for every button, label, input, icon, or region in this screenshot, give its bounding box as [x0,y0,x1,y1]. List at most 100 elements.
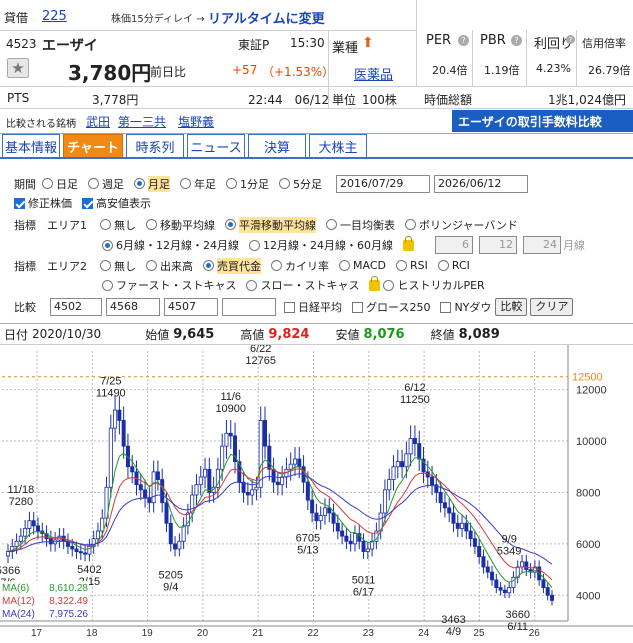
indicator2-radio-4[interactable]: MACD [339,259,386,272]
compare-button[interactable]: 比較 [495,298,528,316]
sector-label: 業種 [332,41,359,56]
tab-news[interactable]: ニュース [187,134,245,158]
fast-stochastics-radio[interactable]: ファースト・ストキャス [102,277,236,293]
mcap-value: 1兆1,024億円 [548,93,626,107]
ma-12-24-60-radio[interactable]: 12月線・24月線・60月線 [249,237,393,253]
lock-icon [403,235,414,251]
candle-body [335,522,340,532]
date-from-input[interactable]: 2016/07/29 [336,175,430,193]
compare-link-shionogi[interactable]: 塩野義 [178,113,214,130]
candle-body [541,579,546,588]
ohlc-open-label: 始値 [145,327,170,342]
price-chart[interactable]: 4000 6000 8000 10000 12000 17 18 19 20 21 22 23 24 25… [0,343,633,640]
candle-body [292,458,297,465]
annotation-label: 6/17 [353,586,374,598]
indicator1-radio-3[interactable]: 一目均衡表 [326,217,395,233]
annotation-label: 3463 [441,614,465,626]
annotation-label: 4/9 [446,626,461,638]
candle-body [194,484,199,496]
candle-body [348,540,353,545]
tab-earnings[interactable]: 決算 [248,134,306,158]
candle-body [108,427,113,488]
date-to-input[interactable]: 2026/06/12 [434,175,528,193]
compare-code-1-input[interactable]: 4502 [50,298,102,316]
indicator2-radio-0[interactable]: 無し [100,258,136,274]
compare-link-takeda[interactable]: 武田 [86,113,110,130]
nikkei-checkbox[interactable]: 日経平均 [284,299,342,315]
indicator2-radio-6[interactable]: RCI [437,259,470,272]
tab-chart[interactable]: チャート [63,134,123,158]
candle-body [70,546,75,550]
candle-body [263,420,268,447]
slow-stochastics-radio[interactable]: スロー・ストキャス [246,277,359,293]
adjusted-price-checkbox[interactable]: 修正株価 [14,195,72,211]
compare-link-daiichi[interactable]: 第一三共 [118,113,166,130]
indicator2-radio-3[interactable]: カイリ率 [271,258,329,274]
help-icon[interactable]: ? [566,35,575,44]
annotation-label: 5366 [0,565,20,577]
legend-value: 8,610.28 [49,583,88,594]
period-radio-3[interactable]: 年足 [180,176,216,192]
indicator-area1-options: 無し 移動平均線 平滑移動平均線 一目均衡表 ボリンジャーバンド [100,216,528,234]
candle-body [18,535,23,542]
ma-6-12-24-radio[interactable]: 6月線・12月線・24月線 [102,237,239,253]
indicator1-radio-2[interactable]: 平滑移動平均線 [225,216,316,233]
tab-basic-info[interactable]: 基本情報 [2,134,60,158]
price-change-pct: （+1.53%） [262,65,335,79]
indicator2-radio-2[interactable]: 売買代金 [203,257,261,274]
ma-custom-1-input[interactable]: 6 [435,236,473,254]
indicator1-radio-0[interactable]: 無し [100,217,136,233]
legend-value: 8,322.49 [49,596,88,607]
candle-body [181,525,186,542]
x-tick-label: 18 [86,628,98,639]
indicator2-radio-1[interactable]: 出来高 [146,258,193,274]
reference-line-label: 12500 [572,372,603,384]
annotation-label: 6/11 [507,621,528,633]
pts-label: PTS [7,91,30,105]
lending-tag: 貸借 [4,11,29,25]
ohlc-close: 8,089 [458,326,500,342]
y-tick-label: 4000 [576,590,600,602]
candle-body [207,468,212,493]
candle-body [48,538,53,545]
candle-body [83,552,88,555]
help-icon[interactable]: ? [511,35,522,46]
historical-per-radio[interactable]: ヒストリカルPER [369,275,485,293]
nydow-checkbox[interactable]: NYダウ [440,299,491,315]
candle-body [468,530,473,540]
indicator1-radio-1[interactable]: 移動平均線 [146,217,215,233]
sector-link[interactable]: 医薬品 [354,64,393,83]
candle-body [511,576,516,588]
annotation-label: 5349 [497,546,521,558]
favorite-star-icon[interactable]: ★ [7,58,29,78]
fee-compare-banner[interactable]: エーザイの取引手数料比較 [452,110,633,132]
ma-custom-2-input[interactable]: 12 [479,236,517,254]
period-options: 日足 週足 月足 年足 1分足 5分足 [42,175,332,193]
tab-timeseries[interactable]: 時系列 [126,134,184,158]
compare-code-4-input[interactable] [222,298,276,316]
indicator1-radio-4[interactable]: ボリンジャーバンド [405,217,518,233]
growth250-checkbox[interactable]: グロース250 [352,299,430,315]
period-radio-2[interactable]: 月足 [134,175,170,192]
clear-button[interactable]: クリア [530,298,574,316]
compare-code-3-input[interactable]: 4507 [164,298,218,316]
indicator2-radio-5[interactable]: RSI [395,259,428,272]
period-radio-0[interactable]: 日足 [42,176,78,192]
candle-body [417,443,422,460]
hilo-display-checkbox[interactable]: 高安値表示 [82,195,151,211]
period-radio-5[interactable]: 5分足 [279,176,322,192]
period-radio-4[interactable]: 1分足 [226,176,269,192]
annotation-label: 3660 [505,609,529,621]
tab-shareholders[interactable]: 大株主 [309,134,367,158]
legend-name: MA(6) [2,583,29,594]
compare-label: 比較される銘柄 [6,119,76,130]
help-icon[interactable]: ? [458,35,469,46]
compare-code-2-input[interactable]: 4568 [106,298,160,316]
ma-custom-3-input[interactable]: 24 [523,236,561,254]
period-radio-1[interactable]: 週足 [88,176,124,192]
realtime-link[interactable]: リアルタイムに変更 [208,8,325,27]
unit-label: 単位 [332,93,357,107]
candle-body [275,481,280,486]
x-tick-label: 24 [418,628,430,639]
lending-value-link[interactable]: 225 [42,9,67,24]
